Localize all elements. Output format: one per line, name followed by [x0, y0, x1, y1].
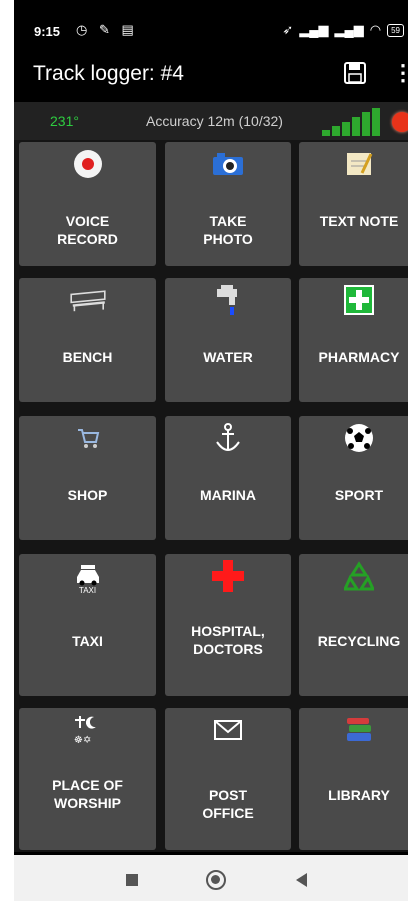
gps-info-bar: 231° Accuracy 12m (10/32) — [14, 102, 408, 140]
button-label: RECYCLING — [317, 633, 401, 649]
post-office-button[interactable]: POST OFFICE — [165, 708, 291, 850]
button-label: LIBRARY — [328, 787, 390, 803]
app-bar: Track logger: #4 ⋮ — [14, 48, 408, 102]
button-label: MARINA — [200, 487, 256, 503]
page-title: Track logger: #4 — [33, 62, 184, 85]
recents-icon[interactable] — [126, 874, 138, 886]
soccer-ball-icon — [339, 420, 379, 456]
shop-button[interactable]: SHOP — [19, 416, 156, 540]
bench-button[interactable]: BENCH — [19, 278, 156, 402]
button-label: SPORT — [334, 487, 384, 503]
anchor-icon — [208, 420, 248, 456]
button-label: HOSPITAL, DOCTORS — [191, 623, 265, 657]
bench-icon — [68, 282, 108, 318]
button-label: POST OFFICE — [202, 787, 254, 821]
taxi-icon-label: TAXI — [78, 586, 97, 595]
pharmacy-button[interactable]: PHARMACY — [299, 278, 408, 402]
status-time: 9:15 — [34, 24, 61, 39]
phone-screen: 9:15 ◷ ✎ ▤ ➶ ▂▄▆ ▂▄▆ ◠ 59 Track logger: … — [14, 0, 408, 901]
svg-text:☸✡: ☸✡ — [74, 735, 91, 746]
red-cross-icon — [208, 558, 248, 594]
button-label: TAKE PHOTO — [203, 213, 253, 247]
record-icon — [68, 146, 108, 182]
water-button[interactable]: WATER — [165, 278, 291, 402]
voice-record-button[interactable]: VOICE RECORD — [19, 142, 156, 266]
gps-signal-icon — [322, 108, 380, 136]
taxi-button[interactable]: TAXI TAXI — [19, 554, 156, 696]
save-icon[interactable] — [344, 62, 366, 84]
library-button[interactable]: LIBRARY — [299, 708, 408, 850]
button-label: BENCH — [62, 349, 113, 365]
button-label: TAXI — [72, 633, 103, 649]
note-icon — [339, 146, 379, 182]
recycling-icon — [339, 558, 379, 594]
worship-icon: ☸✡ — [68, 712, 108, 748]
button-label: PLACE OF WORSHIP — [52, 777, 123, 811]
marina-button[interactable]: MARINA — [165, 416, 291, 540]
status-bar: 9:15 ◷ ✎ ▤ ➶ ▂▄▆ ▂▄▆ ◠ 59 — [14, 0, 408, 48]
recording-indicator-icon — [392, 112, 408, 132]
recycling-button[interactable]: RECYCLING — [299, 554, 408, 696]
button-label: VOICE RECORD — [57, 213, 118, 247]
signal-2-icon: ▂▄▆ — [334, 22, 364, 37]
taxi-icon: TAXI — [68, 558, 108, 595]
take-photo-button[interactable]: TAKE PHOTO — [165, 142, 291, 266]
camera-icon — [208, 146, 248, 182]
place-of-worship-button[interactable]: ☸✡ PLACE OF WORSHIP — [19, 708, 156, 850]
notification-icons: ◷ ✎ ▤ — [76, 22, 138, 37]
wifi-icon: ◠ — [369, 22, 382, 37]
books-icon — [339, 712, 379, 748]
button-label: TEXT NOTE — [319, 213, 399, 229]
system-icons: ➶ ▂▄▆ ▂▄▆ ◠ 59 — [282, 22, 404, 38]
shopping-cart-icon — [68, 420, 108, 456]
back-icon[interactable] — [296, 873, 307, 887]
text-note-button[interactable]: TEXT NOTE — [299, 142, 408, 266]
home-icon[interactable] — [206, 870, 226, 890]
button-label: SHOP — [67, 487, 108, 503]
poi-button-grid: VOICE RECORD TAKE PHOTO TEXT NOTE BENCH WATE… — [14, 140, 408, 852]
water-tap-icon — [208, 282, 248, 318]
overflow-menu-icon[interactable]: ⋮ — [392, 62, 408, 84]
heading-value: 231° — [50, 113, 79, 129]
pharmacy-icon — [339, 282, 379, 318]
accuracy-text: Accuracy 12m (10/32) — [146, 113, 283, 129]
button-label: PHARMACY — [318, 349, 400, 365]
navigation-bar — [14, 855, 408, 901]
button-label: WATER — [203, 349, 253, 365]
sport-button[interactable]: SPORT — [299, 416, 408, 540]
envelope-icon — [208, 712, 248, 748]
battery-icon: 59 — [387, 23, 404, 37]
hospital-doctors-button[interactable]: HOSPITAL, DOCTORS — [165, 554, 291, 696]
signal-icon: ▂▄▆ — [299, 22, 329, 37]
location-icon: ➶ — [282, 22, 294, 37]
